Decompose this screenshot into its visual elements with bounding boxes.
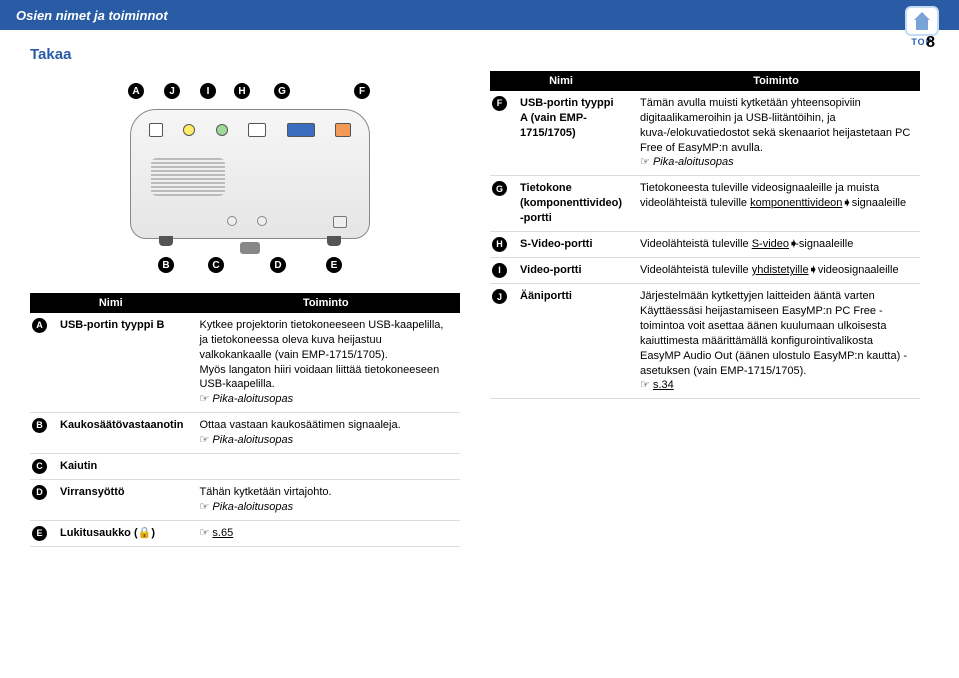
row-desc: Ottaa vastaan kaukosäätimen signaaleja. … <box>191 413 460 454</box>
top-button[interactable]: TOP <box>903 6 941 50</box>
glossary-link[interactable]: yhdistetyille <box>752 264 809 276</box>
row-num: C <box>32 459 47 474</box>
callout-6: F <box>354 83 370 99</box>
callout-1: A <box>128 83 144 99</box>
row-desc: Videolähteistä tuleville S-video➧-signaa… <box>632 231 920 257</box>
table-row: E Lukitusaukko (🔒) ☞ s.65 <box>30 520 460 546</box>
table-row: A USB-portin tyyppi B Kytkee projektorin… <box>30 313 460 413</box>
row-desc: Kytkee projektorin tietokoneeseen USB-ka… <box>191 313 460 413</box>
row-name: S-Video-portti <box>512 231 632 257</box>
section-title-back: Takaa <box>30 46 959 63</box>
th-name-right: Nimi <box>490 71 632 91</box>
row-name: Kaukosäätövastaanotin <box>52 413 191 454</box>
table-row: J Ääniportti Järjestelmään kytkettyjen l… <box>490 284 920 399</box>
row-name: Tietokone (komponenttivideo) -portti <box>512 176 632 232</box>
row-desc: ☞ s.65 <box>191 520 460 546</box>
row-desc: Tähän kytketään virtajohto. ☞ Pika-aloit… <box>191 480 460 521</box>
row-name: USB-portin tyyppi A (vain EMP-1715/1705) <box>512 91 632 176</box>
book-icon: ☞ <box>640 156 650 168</box>
book-icon: ☞ <box>199 527 209 539</box>
row-name: Ääniportti <box>512 284 632 399</box>
book-icon: ☞ <box>199 393 209 405</box>
row-num: B <box>32 418 47 433</box>
row-name: Video-portti <box>512 258 632 284</box>
row-num: H <box>492 237 507 252</box>
row-desc <box>191 453 460 479</box>
book-icon: ☞ <box>640 379 650 391</box>
projector-rear-diagram: A J I H G F B C D E <box>100 79 390 279</box>
callout-8: H <box>234 83 250 99</box>
book-icon: ☞ <box>199 434 209 446</box>
row-num: J <box>492 289 507 304</box>
page-link[interactable]: s.65 <box>212 527 233 539</box>
row-desc: Videolähteistä tuleville yhdistetyille➧ … <box>632 258 920 284</box>
row-name: USB-portin tyyppi B <box>52 313 191 413</box>
table-row: C Kaiutin <box>30 453 460 479</box>
glossary-link[interactable]: komponenttivideon <box>750 197 842 209</box>
row-num: D <box>32 485 47 500</box>
table-row: G Tietokone (komponenttivideo) -portti T… <box>490 176 920 232</box>
callout-2: B <box>158 257 174 273</box>
row-num: G <box>492 181 507 196</box>
row-desc: Järjestelmään kytkettyjen laitteiden ään… <box>632 284 920 399</box>
row-num: E <box>32 526 47 541</box>
callout-7: G <box>274 83 290 99</box>
callout-3: C <box>208 257 224 273</box>
book-icon: ☞ <box>199 501 209 513</box>
row-name: Lukitusaukko (🔒) <box>52 520 191 546</box>
row-desc: Tietokoneesta tuleville videosignaaleill… <box>632 176 920 232</box>
table-row: F USB-portin tyyppi A (vain EMP-1715/170… <box>490 91 920 176</box>
th-func-right: Toiminto <box>632 71 920 91</box>
row-desc: Tämän avulla muisti kytketään yhteensopi… <box>632 91 920 176</box>
callout-5: E <box>326 257 342 273</box>
callout-4: D <box>270 257 286 273</box>
table-row: B Kaukosäätövastaanotin Ottaa vastaan ka… <box>30 413 460 454</box>
row-name: Kaiutin <box>52 453 191 479</box>
th-name-left: Nimi <box>30 293 191 313</box>
table-row: H S-Video-portti Videolähteistä tulevill… <box>490 231 920 257</box>
page-link[interactable]: s.34 <box>653 379 674 391</box>
page-title: Osien nimet ja toiminnot <box>16 8 168 23</box>
page-number: 8 <box>926 34 935 52</box>
glossary-link[interactable]: S-video <box>752 238 789 250</box>
th-func-left: Toiminto <box>191 293 460 313</box>
row-num: F <box>492 96 507 111</box>
table-row: I Video-portti Videolähteistä tuleville … <box>490 258 920 284</box>
home-icon <box>905 6 939 36</box>
row-num: I <box>492 263 507 278</box>
left-spec-table: Nimi Toiminto A USB-portin tyyppi B Kytk… <box>30 293 460 547</box>
row-name: Virransyöttö <box>52 480 191 521</box>
breadcrumb: Osien nimet ja toiminnot <box>0 0 959 30</box>
callout-10: J <box>164 83 180 99</box>
right-spec-table: Nimi Toiminto F USB-portin tyyppi A (vai… <box>490 71 920 399</box>
table-row: D Virransyöttö Tähän kytketään virtajoht… <box>30 480 460 521</box>
row-num: A <box>32 318 47 333</box>
callout-9: I <box>200 83 216 99</box>
